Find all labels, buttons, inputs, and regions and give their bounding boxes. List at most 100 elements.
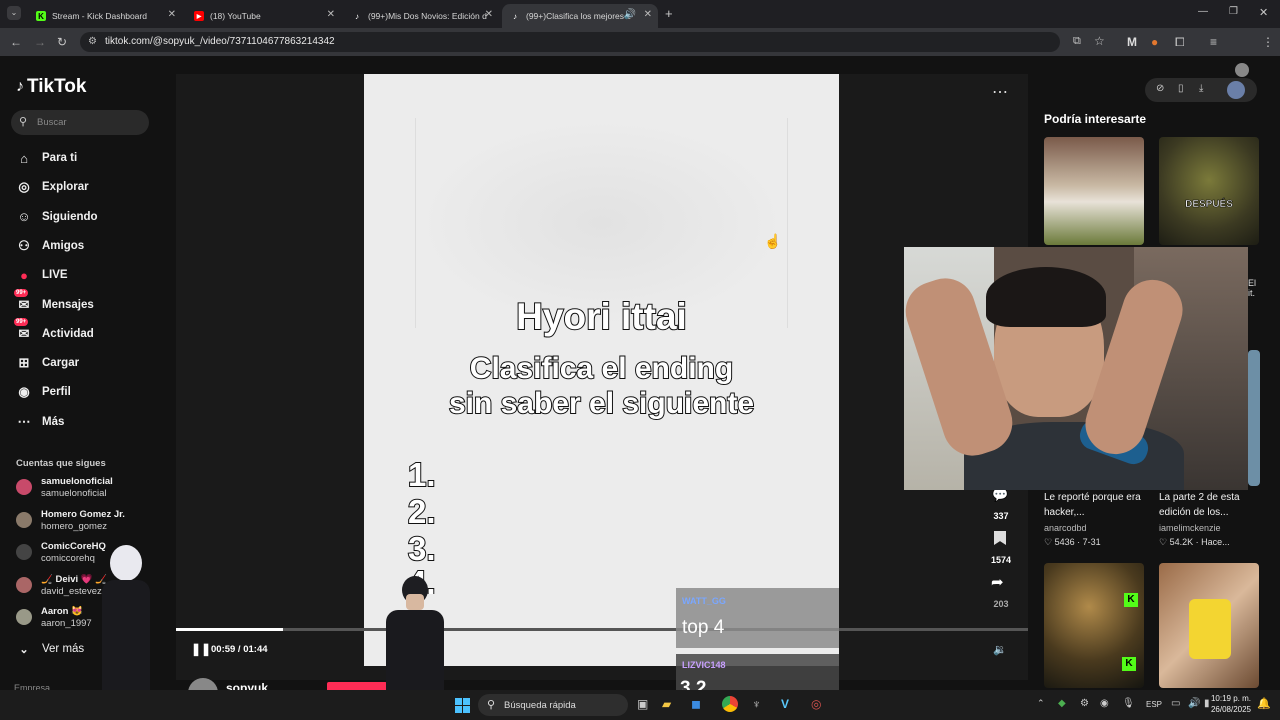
close-icon[interactable]: ✕ — [168, 9, 176, 20]
app-icon-red[interactable]: ◎ — [811, 697, 821, 711]
sidebar-item-mensajes[interactable]: ✉ 99+ Mensajes — [14, 288, 94, 313]
card3-title[interactable]: Le reporté porque era hacker,... — [1044, 490, 1149, 520]
progress-track[interactable] — [176, 628, 1028, 631]
volume-icon[interactable]: 🔉 — [993, 643, 1007, 656]
following-text: samuelonoficial samuelonoficial — [41, 476, 113, 499]
clock-date[interactable]: 26/08/2025 — [1200, 705, 1251, 714]
language-indicator[interactable]: ESP — [1146, 700, 1162, 709]
sidebar-item-para-ti[interactable]: ⌂ Para ti — [16, 150, 77, 166]
url-field[interactable]: ⚙ tiktok.com/@sopyuk_/video/737110467786… — [80, 32, 1060, 52]
sidebar-item-amigos[interactable]: ⚇ Amigos — [16, 238, 84, 254]
close-icon[interactable]: ✕ — [485, 9, 493, 20]
taskbar-search[interactable]: ⚲ Búsqueda rápida — [478, 694, 628, 716]
card4-title[interactable]: La parte 2 de esta edición de los... — [1159, 490, 1264, 520]
user-avatar[interactable] — [1227, 81, 1245, 99]
bookmark-star-icon[interactable]: ☆ — [1094, 34, 1105, 48]
task-view-icon[interactable]: ▣ — [637, 697, 648, 711]
tab-tiktok-1[interactable]: ♪ (99+)Mis Dos Novios: Edición d ✕ — [344, 4, 499, 28]
following-account[interactable]: 🏒 Deivi 💗 🏒 david_estevez — [16, 574, 107, 597]
tray-app-icon[interactable]: ◆ — [1058, 698, 1066, 709]
home-icon: ⌂ — [20, 150, 28, 166]
sidebar-item-cargar[interactable]: ⊞ Cargar — [16, 355, 80, 371]
suggested-video-thumb-4[interactable] — [1159, 563, 1259, 688]
sidebar-item-live[interactable]: ● LIVE — [16, 267, 68, 283]
suggested-video-thumb-3[interactable]: K K — [1044, 563, 1144, 688]
tray-discord-icon[interactable]: ◉ — [1100, 698, 1109, 709]
sidebar-item-perfil[interactable]: ◉ Perfil — [16, 384, 70, 400]
chat-text-2: 3,2 — [680, 678, 707, 690]
suggested-video-thumb-2[interactable]: DESPUÉS — [1159, 137, 1259, 245]
search-input[interactable]: ⚲ Buscar — [11, 110, 149, 135]
pause-icon[interactable]: ❚❚ — [191, 642, 211, 656]
sidebar-item-más[interactable]: ⋯ Más — [16, 414, 65, 430]
close-window-icon[interactable]: ✕ — [1259, 6, 1268, 19]
avatar — [16, 511, 32, 528]
tray-chevron-icon[interactable]: ⌃ — [1037, 698, 1045, 709]
close-icon[interactable]: ✕ — [644, 9, 652, 20]
author-name[interactable]: sopyuk_ — [226, 681, 275, 690]
close-icon[interactable]: ✕ — [327, 9, 335, 20]
card3-author[interactable]: anarcodbd — [1044, 523, 1087, 533]
cam-hair — [986, 267, 1106, 327]
following-account[interactable]: samuelonoficial samuelonoficial — [16, 476, 113, 499]
site-info-icon[interactable]: ⚙ — [88, 32, 97, 52]
rank-2: 2. — [407, 492, 437, 531]
tiktok-logo[interactable]: ♪ TikTok — [16, 76, 86, 98]
tray-settings-icon[interactable]: ⚙ — [1080, 698, 1089, 709]
sidebar-item-explorar[interactable]: ◎ Explorar — [16, 179, 88, 195]
card4-author[interactable]: iamelimckenzie — [1159, 523, 1221, 533]
thumb-fragment — [1248, 350, 1260, 486]
avatar — [16, 609, 32, 625]
extension-m-icon[interactable]: M — [1127, 35, 1137, 49]
kick-icon: K — [36, 11, 46, 21]
chat-username-1: WATT_GG — [682, 596, 726, 606]
profile-avatar[interactable] — [1235, 63, 1249, 77]
phone-icon[interactable]: ▯ — [1178, 83, 1184, 94]
coin-icon[interactable]: ⊘ — [1156, 83, 1164, 94]
following-account[interactable]: Aaron 😻 aaron_1997 — [16, 606, 92, 629]
tab-search-icon[interactable]: ⌄ — [7, 6, 21, 20]
tray-mic-icon[interactable]: 🎙 — [1122, 698, 1135, 709]
file-explorer-icon[interactable]: ▰ — [662, 697, 671, 711]
notification-bell-icon[interactable]: 🔔 — [1257, 697, 1271, 710]
extension-orange-icon[interactable]: ● — [1151, 35, 1158, 49]
audio-icon[interactable]: 🔊 — [624, 9, 636, 20]
following-account[interactable]: Homero Gomez Jr. homero_gomez — [16, 509, 125, 532]
tab-tiktok-active[interactable]: ♪ (99+)Clasifica los mejores e 🔊 ✕ — [502, 4, 658, 28]
see-more-link[interactable]: ⌄ Ver más — [16, 641, 84, 657]
app-icon-v2[interactable]: V — [781, 697, 789, 711]
download-icon[interactable]: ⤓ — [1199, 83, 1203, 94]
share-count: 203 — [993, 599, 1009, 609]
figure-suit — [386, 610, 444, 690]
cast-icon[interactable]: ⧉ — [1073, 35, 1081, 48]
menu-dots-icon[interactable]: ⋮ — [1262, 35, 1274, 49]
windows-start-icon[interactable] — [455, 698, 470, 713]
chat-message-2: LIZVIC148 3,2 — [676, 654, 839, 690]
sidebar-item-siguiendo[interactable]: ☺ Siguiendo — [16, 209, 97, 225]
sidebar-item-actividad[interactable]: ✉ 99+ Actividad — [14, 317, 94, 342]
reload-icon[interactable]: ↻ — [57, 35, 67, 49]
video-time: 00:59 / 01:44 — [211, 644, 268, 655]
tab-kick[interactable]: K Stream - Kick Dashboard ✕ — [28, 4, 182, 28]
outlook-icon[interactable]: ◼ — [691, 697, 701, 711]
chrome-icon[interactable] — [722, 696, 738, 712]
tab-youtube[interactable]: ▶ (18) YouTube ✕ — [186, 4, 341, 28]
reading-list-icon[interactable]: ≡ — [1210, 35, 1217, 49]
new-tab-icon[interactable]: + — [665, 6, 673, 21]
back-icon[interactable]: ← — [10, 35, 22, 49]
network-icon[interactable]: ▭ — [1171, 698, 1180, 709]
volume-tray-icon[interactable]: 🔊 — [1188, 698, 1200, 709]
follow-button[interactable] — [327, 682, 387, 690]
share-icon[interactable]: ➦ — [991, 573, 1004, 591]
extensions-icon[interactable]: ⧠ — [1175, 35, 1185, 50]
minimize-icon[interactable]: — — [1198, 6, 1208, 17]
following-account[interactable]: ComicCoreHQ comiccorehq — [16, 541, 106, 564]
app-icon-v[interactable]: ♆ — [752, 697, 761, 711]
restore-icon[interactable]: ❐ — [1229, 6, 1238, 17]
forward-icon[interactable]: → — [34, 35, 46, 49]
clock-time[interactable]: 10:19 p. m. — [1206, 694, 1251, 703]
following-icon: ☺ — [17, 209, 31, 225]
figure-hair — [110, 545, 142, 581]
suggested-video-thumb-1[interactable] — [1044, 137, 1144, 245]
more-options-icon[interactable]: ⋯ — [992, 82, 1008, 102]
